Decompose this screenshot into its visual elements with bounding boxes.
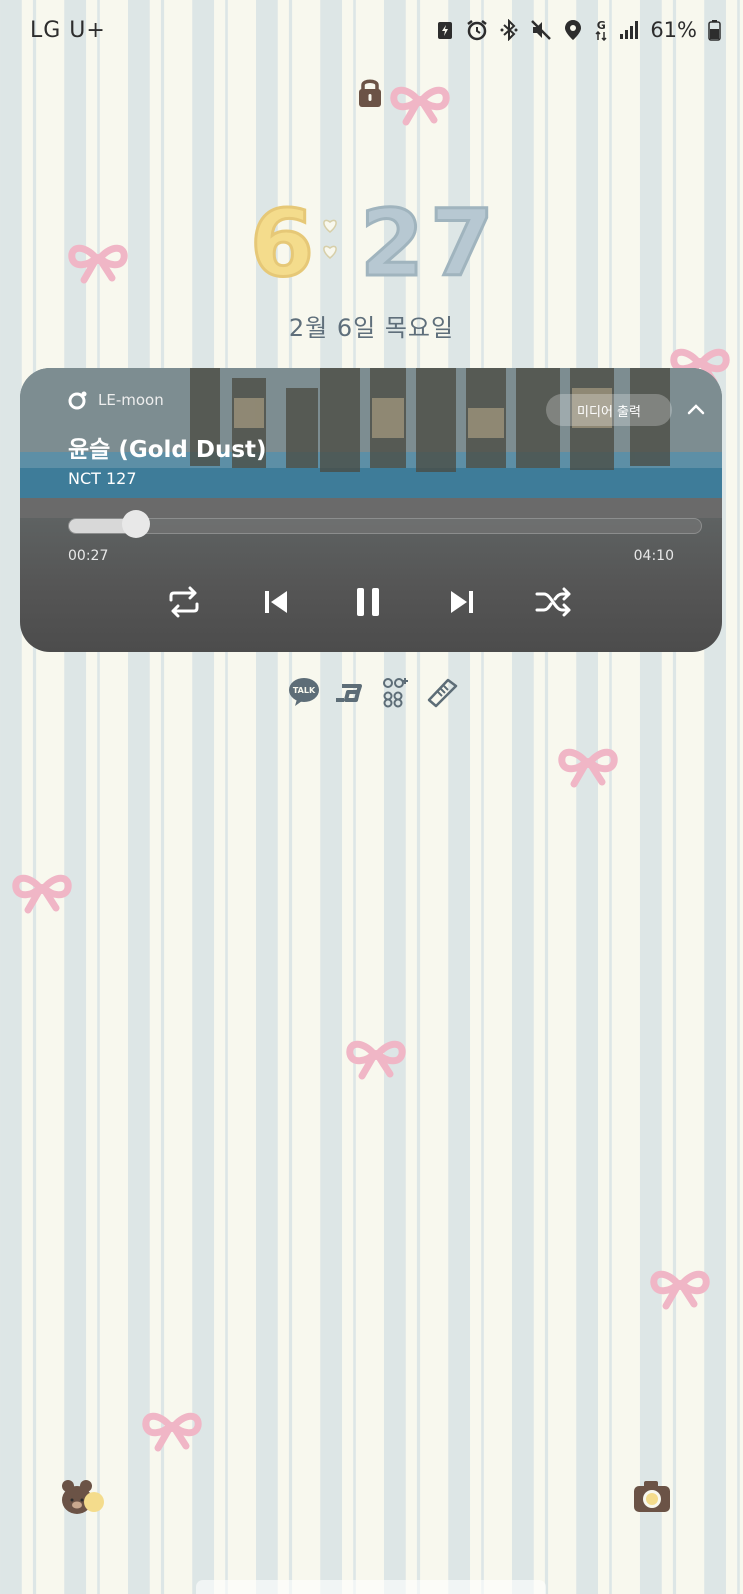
pause-button[interactable] — [346, 580, 390, 624]
sneaker-icon[interactable] — [426, 676, 458, 708]
battery-percent: 61% — [650, 18, 697, 42]
media-output-button[interactable]: 미디어 출력 — [546, 394, 672, 426]
song-title: 윤슬 (Gold Dust) — [68, 437, 267, 463]
previous-button[interactable] — [254, 580, 298, 624]
bow-icon — [558, 748, 618, 788]
bow-icon — [390, 86, 450, 126]
bow-icon — [346, 1040, 406, 1080]
quote-icon[interactable] — [380, 676, 412, 708]
bluetooth-icon — [498, 19, 520, 41]
kakaotalk-label: TALK — [293, 686, 316, 695]
next-button[interactable] — [440, 580, 484, 624]
heart-colon-icon — [323, 219, 337, 259]
shuffle-button[interactable] — [532, 580, 576, 624]
signal-icon — [618, 19, 640, 41]
bow-icon — [12, 874, 72, 914]
skip-previous-icon — [265, 591, 287, 613]
progress-bar[interactable] — [68, 518, 702, 534]
kakaotalk-icon[interactable]: TALK — [288, 676, 320, 708]
app-b-icon[interactable] — [334, 676, 366, 708]
media-player-card[interactable]: LE-moon 미디어 출력 윤슬 (Gold Dust) NCT 127 00… — [20, 368, 722, 652]
bow-icon — [142, 1412, 202, 1452]
alarm-icon — [466, 19, 488, 41]
repeat-button[interactable] — [162, 580, 206, 624]
artist-name: NCT 127 — [68, 469, 137, 488]
music-app-icon — [68, 391, 87, 410]
source-app-name: LE-moon — [98, 391, 164, 409]
total-time: 04:10 — [633, 548, 674, 564]
network-type-label: G — [596, 18, 606, 32]
shuffle-icon — [535, 587, 571, 617]
notification-icons: TALK — [288, 676, 458, 708]
status-icons: G 61% — [434, 18, 721, 42]
repeat-icon — [169, 586, 199, 618]
pause-icon — [357, 588, 379, 616]
battery-icon — [707, 19, 721, 41]
camera-icon[interactable] — [632, 1478, 672, 1514]
clock-minute: 27 — [358, 189, 501, 299]
lockscreen-date: 2월 6일 목요일 — [288, 314, 455, 342]
bear-icon[interactable] — [60, 1478, 106, 1518]
chevron-up-icon[interactable] — [682, 396, 710, 424]
lockscreen-clock: 6 27 — [0, 189, 743, 299]
lock-icon[interactable] — [356, 76, 384, 108]
status-bar: LG U+ G 61% — [0, 0, 743, 64]
bow-icon — [650, 1270, 710, 1310]
carrier-label: LG U+ — [30, 18, 106, 43]
skip-next-icon — [451, 591, 473, 613]
clock-hour: 6 — [248, 189, 315, 299]
mobile-data-icon: G — [594, 19, 608, 41]
media-source: LE-moon — [68, 390, 164, 410]
battery-saver-icon — [434, 19, 456, 41]
location-icon — [562, 19, 584, 41]
home-indicator[interactable] — [196, 1580, 546, 1594]
current-time: 00:27 — [68, 548, 109, 564]
mute-icon — [530, 19, 552, 41]
